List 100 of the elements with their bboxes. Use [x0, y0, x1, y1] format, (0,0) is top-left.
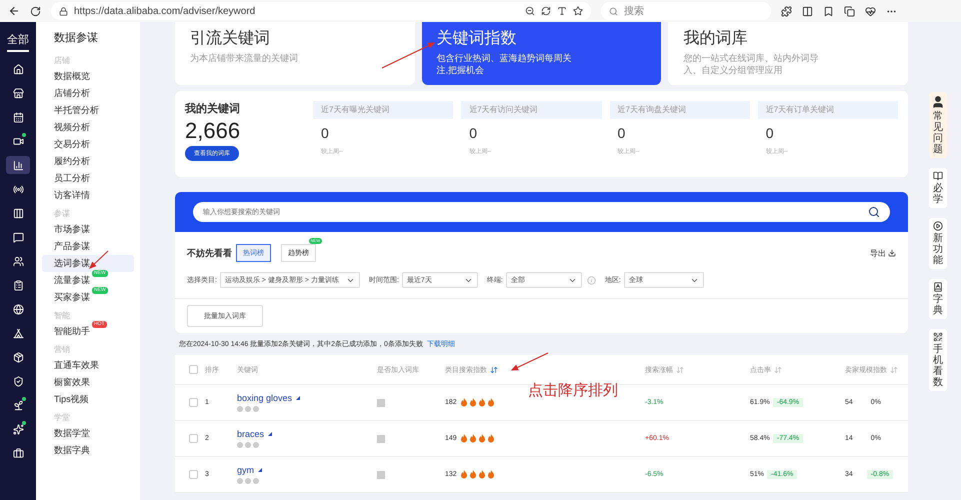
keyword-count: 2,666 [185, 118, 240, 144]
read-aloud-icon [557, 6, 567, 16]
triangle-icon [296, 396, 300, 400]
status-dot [22, 421, 26, 425]
checkbox[interactable] [189, 434, 198, 443]
card-title: 关键词指数 [436, 28, 518, 49]
sidebar-item[interactable]: 视频分析 [42, 119, 134, 136]
puzzle-icon [781, 6, 792, 16]
sidebar-item[interactable]: 交易分析 [42, 136, 134, 153]
sidebar-item[interactable]: 数据学堂 [42, 425, 134, 442]
search-icon [609, 6, 618, 16]
status-dot [22, 133, 26, 137]
stats-title: 我的关键词 [185, 102, 240, 116]
clipboard-icon [12, 280, 24, 290]
sidebar-heading: 营销 [53, 344, 71, 356]
help-tab[interactable]: 手机看数 [929, 329, 947, 391]
refresh-icon[interactable] [30, 6, 41, 16]
stat-label: 近7天有访问关键词 [461, 101, 602, 119]
card-description: 包含行业热词、蓝海趋势词每周关注,把握机会 [436, 52, 573, 76]
annotation-arrow [382, 42, 436, 68]
help-tab[interactable]: 必学 [929, 168, 947, 208]
calendar-icon [12, 112, 24, 122]
sidebar-item[interactable]: 橱窗效果 [42, 374, 134, 391]
package-icon [12, 352, 24, 362]
store-icon [12, 88, 24, 98]
help-tab[interactable]: 新功能 [929, 218, 947, 269]
sidebar-heading: 智能 [53, 310, 71, 322]
stat-value: 0 [320, 125, 330, 141]
collections-icon [844, 6, 855, 16]
sparkle-icon [12, 424, 24, 434]
card-description: 为本店铺带来流量的关键词 [190, 52, 299, 64]
status-dot [22, 397, 26, 401]
message-icon [12, 232, 24, 242]
card-title: 我的词库 [683, 28, 748, 49]
sidebar-item[interactable]: 产品参谋 [42, 238, 134, 255]
home-icon [12, 64, 24, 74]
sidebar-heading: 学堂 [53, 412, 71, 424]
library-status-icon [377, 434, 385, 442]
briefcase-icon [12, 448, 24, 458]
sidebar-item[interactable]: 店铺分析 [42, 85, 134, 102]
card-title: 引流关键词 [190, 28, 271, 49]
columns-icon [12, 208, 24, 218]
sidebar-item[interactable]: 访客详情 [42, 187, 134, 204]
export-link[interactable]: 导出 [870, 248, 896, 258]
sidebar-item[interactable]: 半托管分析 [42, 102, 134, 119]
qr-code-icon [933, 332, 943, 342]
rail-label[interactable]: 全部 [7, 32, 29, 52]
annotation-text: 点击降序排列 [528, 381, 618, 400]
sidebar-item[interactable]: 市场参谋 [42, 221, 134, 238]
bar-chart-icon [12, 160, 24, 170]
feature-card[interactable]: 我的词库 您的一站式在线词库、站内外词导入、自定义分组管理应用 [668, 22, 908, 85]
stat-label: 近7天有询盘关键词 [610, 101, 750, 119]
tent-icon [12, 328, 24, 338]
feature-card[interactable]: 引流关键词 为本店铺带来流量的关键词 [175, 22, 415, 85]
heart-icon [865, 6, 876, 16]
checkbox[interactable] [189, 470, 198, 479]
feature-card[interactable]: 关键词指数 包含行业热词、蓝海趋势词每周关注,把握机会 [422, 22, 662, 85]
sort-icon[interactable] [490, 366, 498, 374]
keyword-link[interactable]: braces [237, 429, 264, 439]
stat-value: 0 [616, 125, 626, 141]
card-description: 您的一站式在线词库、站内外词导入、自定义分组管理应用 [683, 52, 820, 76]
download-icon [888, 249, 896, 257]
checkbox[interactable] [189, 365, 198, 374]
sidebar-item[interactable]: 数据概览 [42, 68, 134, 85]
sidebar-heading: 参谋 [53, 208, 71, 220]
split-screen-icon [802, 6, 813, 16]
rail-button[interactable] [6, 156, 30, 174]
library-status-icon [377, 398, 385, 406]
stat-label: 近7天有曝光关键词 [313, 101, 454, 119]
keyword-link[interactable]: gym [237, 465, 254, 475]
browser-search-field[interactable]: 搜索 [601, 2, 771, 20]
star-icon [573, 6, 583, 16]
sidebar-item[interactable]: Tips视频 [42, 391, 134, 408]
sidebar-item[interactable]: 直通车效果 [42, 357, 134, 374]
stat-value: 0 [764, 125, 775, 141]
lock-icon [59, 6, 68, 16]
person-icon [931, 95, 945, 109]
sidebar-heading: 店铺 [53, 55, 71, 67]
keyword-link[interactable]: boxing gloves [237, 393, 292, 403]
sprout-icon [12, 400, 24, 410]
sidebar-title: 数据参谋 [53, 31, 99, 46]
video-icon [12, 136, 24, 146]
back-icon[interactable] [8, 5, 20, 17]
annotation-arrow [89, 250, 108, 269]
section-title: 不妨先看看 [187, 246, 232, 260]
bookmark-icon [823, 6, 834, 16]
help-tab[interactable]: 字典 [929, 279, 947, 319]
help-tab[interactable]: 常见问题 [929, 92, 947, 158]
annotation-arrow [510, 352, 548, 371]
checkbox[interactable] [189, 398, 198, 407]
sidebar-item[interactable]: 员工分析 [42, 170, 134, 187]
dictionary-icon [933, 282, 943, 292]
sidebar-item[interactable]: 选词参谋 [42, 255, 134, 272]
shield-icon [12, 376, 24, 386]
sidebar-item[interactable]: 履约分析 [42, 153, 134, 170]
sidebar-item[interactable]: 数据字典 [42, 442, 134, 459]
address-bar[interactable]: https://data.alibaba.com/adviser/keyword [51, 2, 591, 20]
zoom-icon [525, 6, 535, 16]
library-status-icon [377, 470, 385, 478]
book-icon [933, 171, 943, 181]
